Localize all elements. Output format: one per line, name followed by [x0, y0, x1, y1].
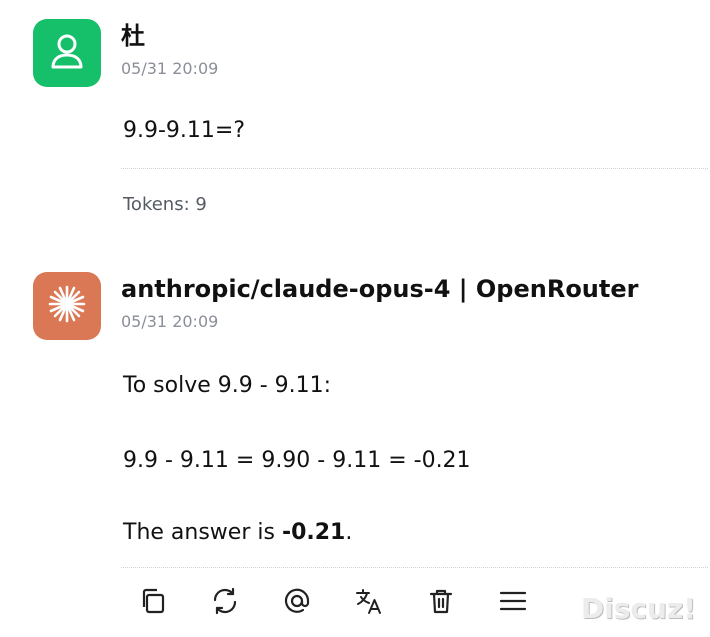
message-text: 9.9-9.11=?: [123, 118, 246, 143]
user-avatar[interactable]: [33, 19, 101, 87]
answer-suffix: .: [345, 520, 353, 545]
response-line-1: To solve 9.9 - 9.11:: [123, 373, 332, 398]
token-count: Tokens: 9: [123, 194, 207, 215]
message-divider: [121, 567, 708, 568]
user-icon: [49, 32, 85, 74]
mention-icon: [282, 586, 312, 620]
menu-icon: [498, 586, 528, 620]
discuz-watermark: Discuz!: [580, 592, 696, 625]
claude-starburst-icon: [47, 284, 87, 328]
copy-button[interactable]: [135, 585, 171, 621]
delete-icon: [426, 586, 456, 620]
regenerate-button[interactable]: [207, 585, 243, 621]
sender-name: 杜: [121, 22, 145, 50]
mention-button[interactable]: [279, 585, 315, 621]
copy-icon: [138, 586, 168, 620]
assistant-avatar[interactable]: [33, 272, 101, 340]
response-line-2: 9.9 - 9.11 = 9.90 - 9.11 = -0.21: [123, 448, 471, 473]
message-divider: [121, 168, 708, 169]
response-line-3: The answer is -0.21.: [123, 519, 710, 547]
message-toolbar: [135, 585, 567, 621]
delete-button[interactable]: [423, 585, 459, 621]
translate-icon: [354, 586, 384, 620]
message-timestamp: 05/31 20:09: [121, 59, 219, 78]
assistant-message-content: To solve 9.9 - 9.11: 9.9 - 9.11 = 9.90 -…: [123, 372, 710, 547]
translate-button[interactable]: [351, 585, 387, 621]
answer-prefix: The answer is: [123, 520, 282, 545]
message-timestamp: 05/31 20:09: [121, 312, 219, 331]
sender-name: anthropic/claude-opus-4 | OpenRouter: [121, 275, 639, 303]
regenerate-icon: [210, 586, 240, 620]
assistant-message-header: anthropic/claude-opus-4 | OpenRouter 05/…: [121, 272, 710, 331]
user-message-content: 9.9-9.11=?: [123, 117, 710, 145]
more-menu-button[interactable]: [495, 585, 531, 621]
user-message-header: 杜 05/31 20:09: [121, 19, 710, 78]
answer-value: -0.21: [281, 520, 346, 545]
